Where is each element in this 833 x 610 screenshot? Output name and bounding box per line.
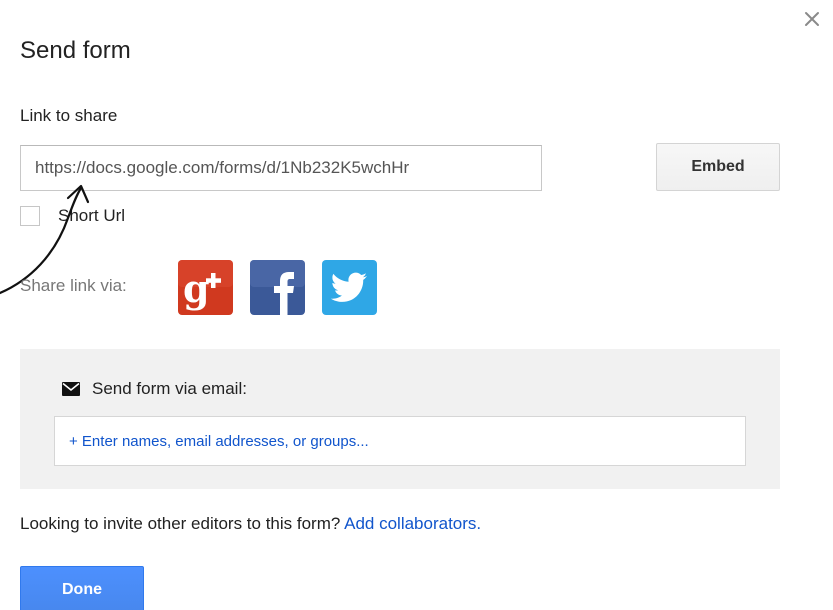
send-form-dialog: Send form Link to share Embed Short Url …: [0, 0, 833, 610]
svg-text:g: g: [183, 266, 210, 311]
twitter-icon[interactable]: [322, 260, 377, 315]
short-url-option: Short Url: [20, 204, 125, 228]
send-via-email-label: Send form via email:: [92, 379, 247, 398]
envelope-icon: [62, 382, 80, 396]
link-to-share-label: Link to share: [20, 106, 118, 125]
share-link-input[interactable]: [20, 145, 542, 191]
facebook-icon[interactable]: [250, 260, 305, 315]
google-plus-icon[interactable]: g: [178, 260, 233, 315]
email-recipients-input[interactable]: [54, 416, 746, 466]
short-url-checkbox[interactable]: [20, 206, 40, 226]
embed-button[interactable]: Embed: [656, 143, 780, 191]
dialog-title: Send form: [20, 37, 131, 64]
share-link-via-label: Share link via:: [20, 276, 127, 295]
close-icon[interactable]: [797, 4, 827, 34]
short-url-label: Short Url: [58, 206, 126, 225]
invite-collaborators-row: Looking to invite other editors to this …: [20, 512, 481, 536]
email-panel: Send form via email:: [20, 349, 780, 489]
invite-text: Looking to invite other editors to this …: [20, 514, 345, 533]
add-collaborators-link[interactable]: Add collaborators.: [344, 514, 481, 533]
done-button[interactable]: Done: [20, 566, 144, 610]
send-via-email-heading: Send form via email:: [62, 379, 247, 399]
